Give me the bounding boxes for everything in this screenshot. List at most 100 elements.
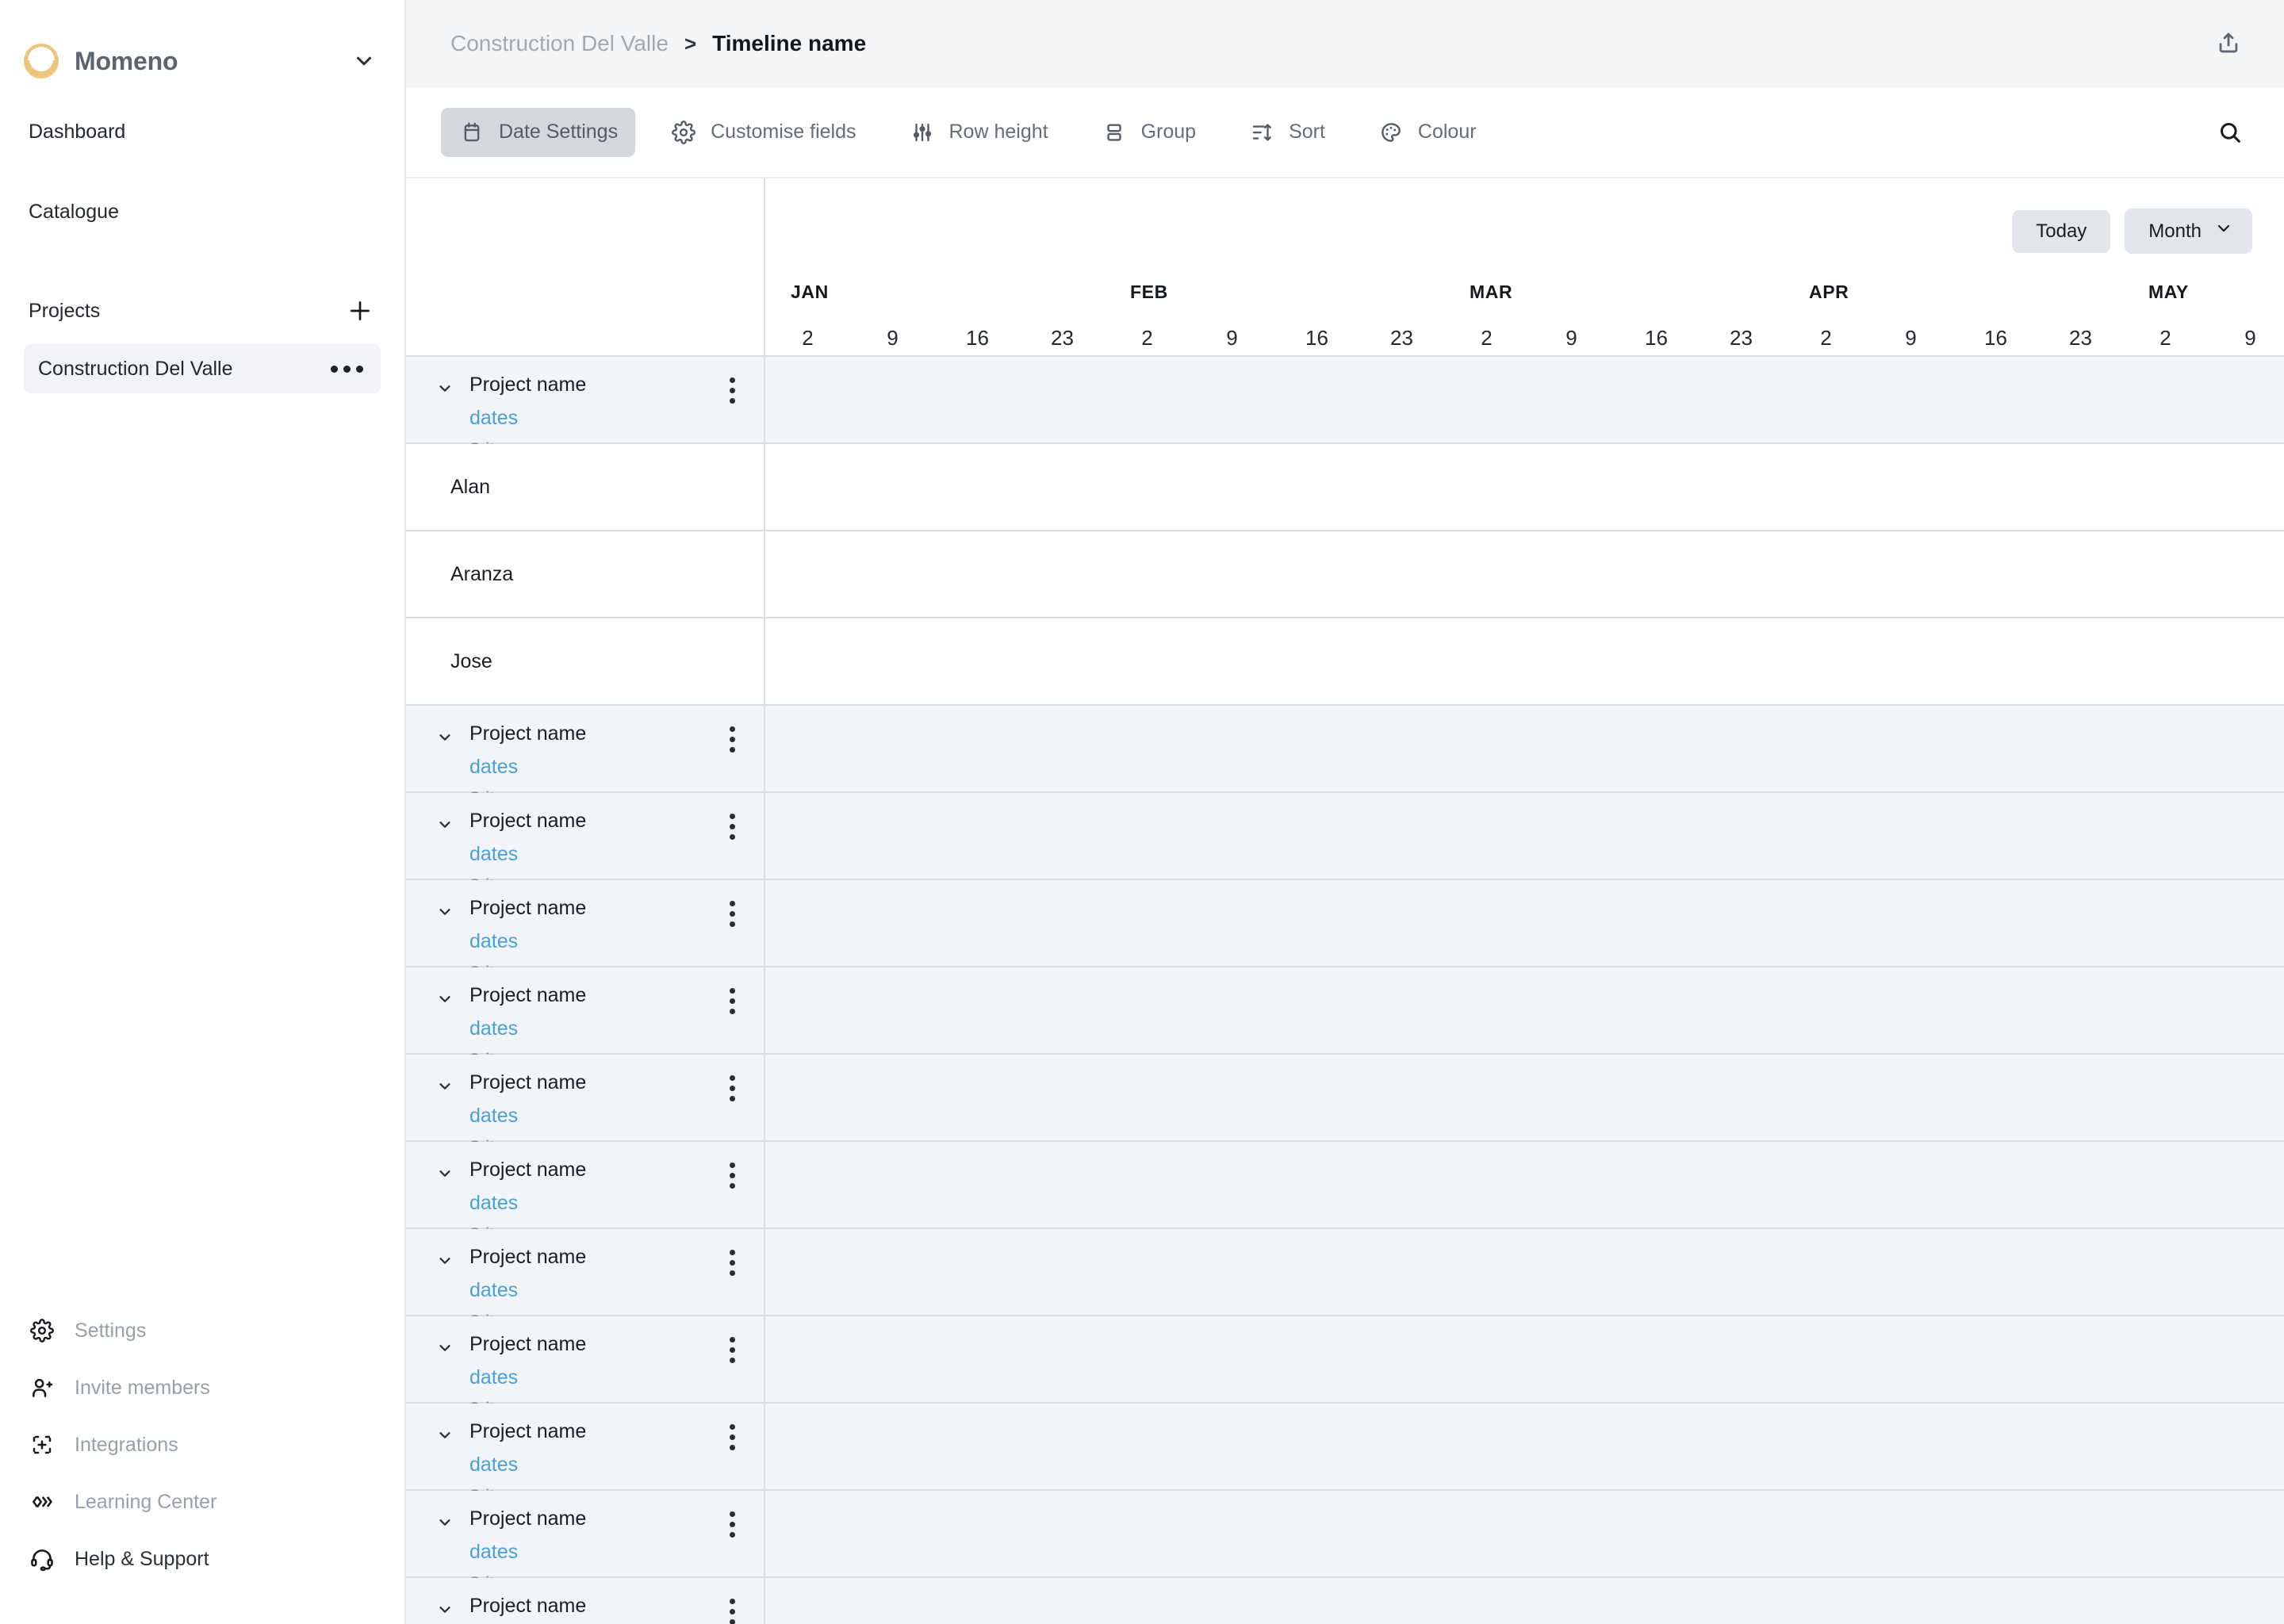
timeline-group-row-label[interactable]: Project namedates3 items (406, 1229, 764, 1333)
workspace-switcher[interactable]: Momeno (0, 0, 404, 87)
timeline-group-row[interactable] (765, 1316, 2284, 1404)
group-dates-link[interactable]: dates (469, 843, 586, 866)
chevron-down-icon[interactable] (352, 49, 376, 73)
chevron-down-icon[interactable] (435, 1600, 455, 1618)
timeline-group-row-label[interactable]: Project namedates3 items (406, 967, 764, 1071)
sidebar-item-construction-del-valle[interactable]: Construction Del Valle (24, 344, 381, 393)
kebab-menu-icon[interactable] (730, 1595, 735, 1624)
timeline-month-labels: JAN FEB MAR APR MAY (765, 282, 2284, 316)
group-dates-link[interactable]: dates (469, 756, 586, 779)
kebab-menu-icon[interactable] (730, 1421, 735, 1450)
play-stack-icon (29, 1488, 56, 1515)
kebab-menu-icon[interactable] (730, 985, 735, 1014)
timeline-group-row[interactable] (765, 1055, 2284, 1142)
chevron-down-icon[interactable] (435, 1339, 455, 1356)
timeline-group-row[interactable] (765, 706, 2284, 793)
sidebar-item-settings[interactable]: Settings (29, 1302, 381, 1359)
timeline-group-row-label[interactable]: Project namedates3 items (406, 1404, 764, 1507)
chevron-down-icon[interactable] (435, 1513, 455, 1530)
share-upload-icon[interactable] (2206, 21, 2251, 66)
group-name: Project name (469, 722, 587, 745)
timeline-member-row-label[interactable]: Alan (406, 444, 764, 531)
main-area: Construction Del Valle > Timeline name D… (406, 0, 2284, 1624)
breadcrumb-root[interactable]: Construction Del Valle (450, 31, 669, 56)
tab-sort[interactable]: Sort (1231, 108, 1343, 157)
chevron-down-icon[interactable] (435, 902, 455, 920)
group-dates-link[interactable]: dates (469, 1541, 586, 1564)
kebab-menu-icon[interactable] (730, 1072, 735, 1101)
group-dates-link[interactable]: dates (469, 1192, 586, 1215)
timeline-group-row-label[interactable]: Project namedates3 items (406, 706, 764, 810)
kebab-menu-icon[interactable] (730, 810, 735, 840)
kebab-menu-icon[interactable] (730, 1247, 735, 1276)
chevron-down-icon[interactable] (435, 990, 455, 1007)
group-dates-link[interactable]: dates (469, 1279, 586, 1302)
group-dates-link[interactable]: dates (469, 1454, 586, 1477)
row-labels-body[interactable]: Project namedates3 items Alan Aranza Jose Pr… (406, 357, 764, 1624)
tab-label: Group (1140, 121, 1197, 143)
chevron-down-icon[interactable] (435, 379, 455, 396)
sidebar-item-help-support[interactable]: Help & Support (29, 1530, 381, 1588)
timeline-group-row-label[interactable]: Project namedates3 items (406, 880, 764, 984)
chevron-down-icon[interactable] (435, 1077, 455, 1094)
group-dates-link[interactable]: dates (469, 407, 586, 430)
tab-colour[interactable]: Colour (1360, 108, 1494, 157)
kebab-menu-icon[interactable] (730, 898, 735, 927)
timeline-group-row[interactable] (765, 1578, 2284, 1624)
plus-icon[interactable] (344, 295, 376, 327)
timeline-group-row-label[interactable]: Project namedates3 items (406, 1055, 764, 1159)
timeline-group-row-label[interactable]: Project namedates3 items (406, 1578, 764, 1624)
timeline-group-row[interactable] (765, 793, 2284, 880)
search-icon[interactable] (2208, 110, 2252, 155)
timeline-view: Project namedates3 items Alan Aranza Jose Pr… (406, 178, 2284, 1624)
sidebar-item-dashboard[interactable]: Dashboard (24, 108, 381, 156)
member-name: Aranza (450, 562, 514, 585)
timeline-group-row[interactable] (765, 967, 2284, 1055)
timeline-group-row-label[interactable]: Project namedates3 items (406, 1316, 764, 1420)
tab-row-height[interactable]: Row height (891, 108, 1066, 157)
chevron-down-icon[interactable] (435, 1426, 455, 1443)
timeline-group-row[interactable] (765, 357, 2284, 444)
sidebar-item-catalogue[interactable]: Catalogue (24, 188, 381, 236)
chevron-down-icon[interactable] (435, 815, 455, 833)
group-dates-link[interactable]: dates (469, 1366, 586, 1389)
kebab-menu-icon[interactable] (730, 1508, 735, 1538)
tab-date-settings[interactable]: Date Settings (441, 107, 636, 157)
sidebar-item-invite-members[interactable]: Invite members (29, 1359, 381, 1416)
kebab-menu-icon[interactable] (730, 374, 735, 404)
timeline-group-row-label[interactable]: Project namedates3 items (406, 357, 764, 461)
group-dates-link[interactable]: dates (469, 1017, 586, 1040)
timeline-group-row[interactable] (765, 1142, 2284, 1229)
zoom-level-dropdown[interactable]: Month (2125, 209, 2252, 254)
more-horizontal-icon[interactable] (331, 365, 363, 373)
group-name: Project name (469, 897, 587, 919)
group-dates-link[interactable]: dates (469, 1105, 586, 1128)
sun-avatar-icon (24, 44, 59, 79)
chevron-down-icon[interactable] (435, 1251, 455, 1269)
timeline-member-row-label[interactable]: Jose (406, 619, 764, 706)
sidebar-item-learning-center[interactable]: Learning Center (29, 1473, 381, 1530)
timeline-group-row-label[interactable]: Project namedates3 items (406, 793, 764, 897)
chevron-down-icon[interactable] (435, 728, 455, 745)
kebab-menu-icon[interactable] (730, 723, 735, 753)
timeline-group-row-label[interactable]: Project namedates3 items (406, 1491, 764, 1595)
timeline-group-row[interactable] (765, 1404, 2284, 1491)
group-dates-link[interactable]: dates (469, 930, 586, 953)
timeline-member-row[interactable] (765, 531, 2284, 619)
timeline-member-row-label[interactable]: Aranza (406, 531, 764, 619)
timeline-group-row[interactable] (765, 1229, 2284, 1316)
sidebar-item-integrations[interactable]: Integrations (29, 1416, 381, 1473)
timeline-group-row-label[interactable]: Project namedates3 items (406, 1142, 764, 1246)
kebab-menu-icon[interactable] (730, 1334, 735, 1363)
timeline-member-row[interactable] (765, 619, 2284, 706)
timeline-group-row[interactable] (765, 880, 2284, 967)
kebab-menu-icon[interactable] (730, 1159, 735, 1189)
tab-customise-fields[interactable]: Customise fields (653, 108, 873, 157)
chevron-down-icon[interactable] (435, 1164, 455, 1182)
timeline-day-tick: 23 (1730, 326, 1753, 350)
timeline-group-row[interactable] (765, 1491, 2284, 1578)
tab-group[interactable]: Group (1083, 108, 1213, 157)
timeline-grid-body[interactable] (765, 357, 2284, 1624)
today-button[interactable]: Today (2012, 209, 2111, 253)
timeline-member-row[interactable] (765, 444, 2284, 531)
